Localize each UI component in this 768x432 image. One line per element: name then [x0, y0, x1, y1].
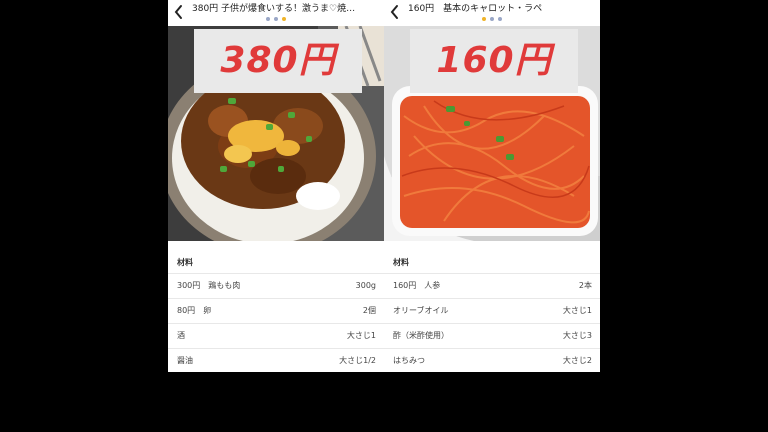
carousel-dot[interactable]: [498, 17, 502, 21]
header-bar: 160円 基本のキャロット・ラペ: [384, 0, 600, 26]
ingredients-header: 材料: [177, 258, 193, 267]
ingredient-qty: 大さじ3: [562, 331, 592, 340]
list-item: 300円 鶏もも肉 300g: [168, 273, 384, 298]
page-title: 380円 子供が爆食いする！激うま♡焼…: [192, 4, 356, 14]
carousel-dot[interactable]: [490, 17, 494, 21]
page-title: 160円 基本のキャロット・ラペ: [408, 4, 543, 14]
list-item: はちみつ 大さじ2: [384, 348, 600, 372]
ingredient-name: 酒: [177, 331, 185, 340]
ingredient-qty: 大さじ1: [346, 331, 376, 340]
ingredient-name: 160円 人参: [393, 281, 441, 290]
ingredient-name: オリーブオイル: [393, 306, 449, 315]
ingredient-qty: 大さじ2: [562, 356, 592, 365]
ingredients-list: 300円 鶏もも肉 300g 80円 卵 2個 酒 大さじ1 醤油 大さじ1/2: [168, 273, 384, 372]
ingredient-qty: 大さじ1: [562, 306, 592, 315]
price-banner: 380円: [194, 29, 362, 93]
ingredients-header: 材料: [393, 258, 409, 267]
carousel-dot[interactable]: [266, 17, 270, 21]
recipe-card-left: 380円 子供が爆食いする！激うま♡焼… 380円 材料 300円 鶏もも肉 3…: [168, 0, 384, 372]
ingredient-qty: 300g: [355, 281, 376, 290]
carousel-dot[interactable]: [274, 17, 278, 21]
ingredient-name: 醤油: [177, 356, 193, 365]
ingredient-name: 300円 鶏もも肉: [177, 281, 241, 290]
list-item: 160円 人参 2本: [384, 273, 600, 298]
ingredient-name: 酢（米酢使用）: [393, 331, 449, 340]
ingredient-qty: 2本: [578, 281, 592, 290]
list-item: 酒 大さじ1: [168, 323, 384, 348]
ingredients-list: 160円 人参 2本 オリーブオイル 大さじ1 酢（米酢使用） 大さじ3 はちみ…: [384, 273, 600, 372]
header-bar: 380円 子供が爆食いする！激うま♡焼…: [168, 0, 384, 26]
list-item: オリーブオイル 大さじ1: [384, 298, 600, 323]
price-banner: 160円: [410, 29, 578, 93]
carousel-dot-active[interactable]: [482, 17, 486, 21]
ingredient-name: はちみつ: [393, 356, 425, 365]
carousel-dots: [384, 17, 600, 23]
list-item: 80円 卵 2個: [168, 298, 384, 323]
list-item: 酢（米酢使用） 大さじ3: [384, 323, 600, 348]
ingredient-qty: 2個: [362, 306, 376, 315]
carousel-dot-active[interactable]: [282, 17, 286, 21]
carousel-dots: [168, 17, 384, 23]
ingredient-qty: 大さじ1/2: [339, 356, 376, 365]
list-item: 醤油 大さじ1/2: [168, 348, 384, 372]
ingredient-name: 80円 卵: [177, 306, 212, 315]
recipe-card-right: 160円 基本のキャロット・ラペ 160円 材料 160円 人参 2本 オリーブ…: [384, 0, 600, 372]
